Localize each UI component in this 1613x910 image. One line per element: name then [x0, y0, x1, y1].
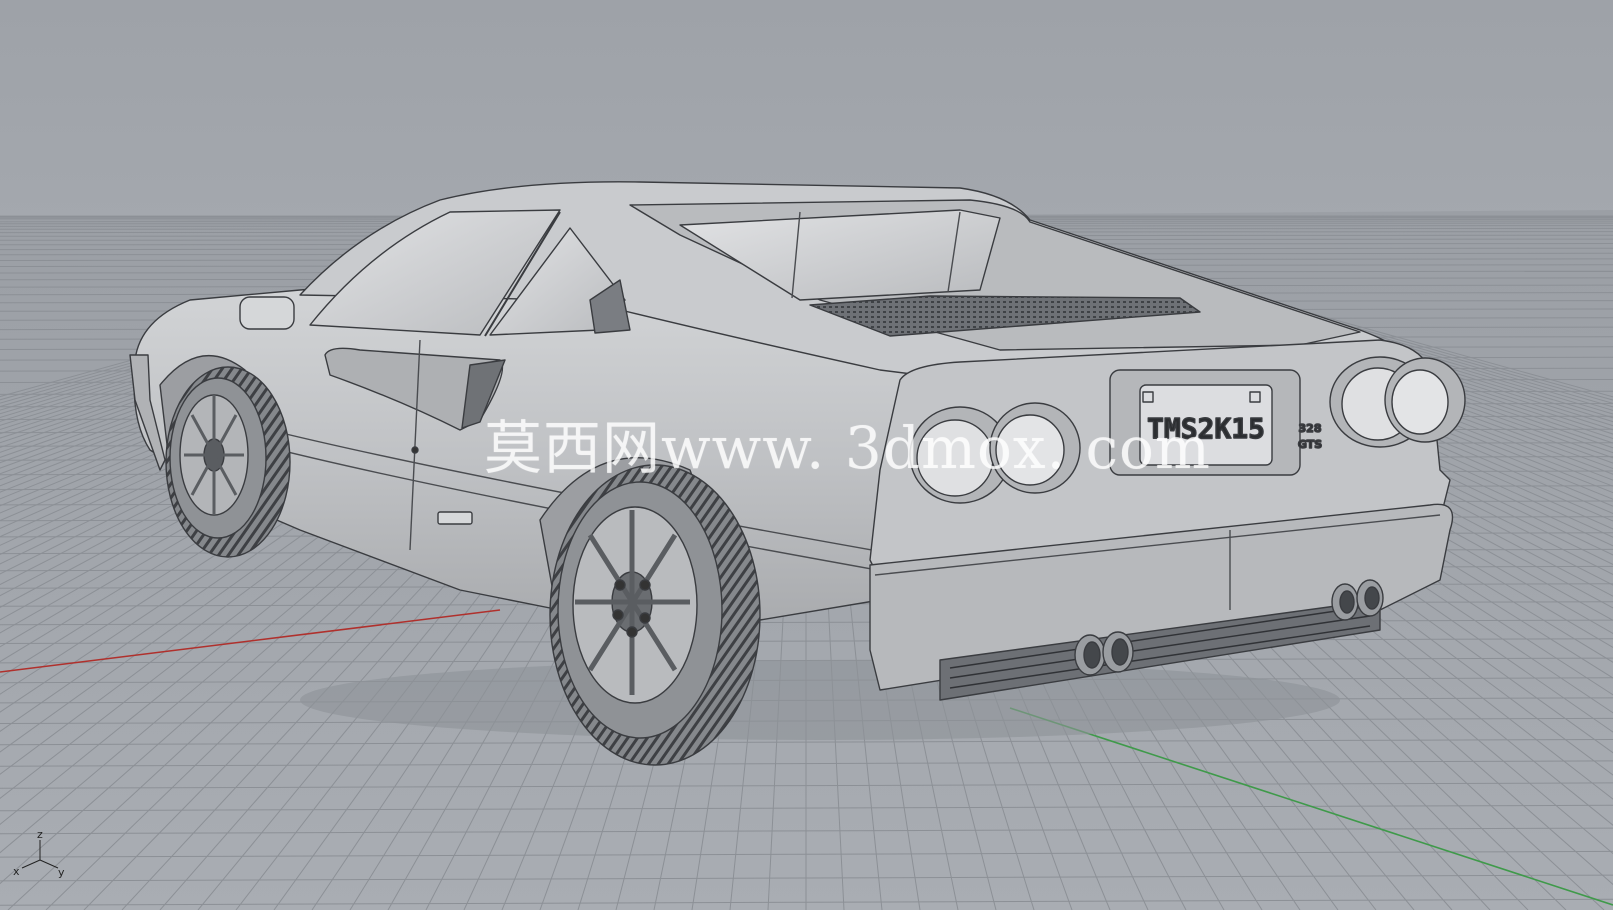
axis-label-x: x	[13, 865, 20, 878]
axis-label-y: y	[58, 866, 65, 879]
front-wheel	[165, 366, 291, 558]
perspective-viewport[interactable]: TMS2K15 328 GTS z x y 莫西网www. 3dmox. com	[0, 0, 1613, 910]
tail-lights-right	[1329, 356, 1466, 448]
side-marker	[437, 511, 473, 525]
model-badge-line1: 328	[1299, 422, 1322, 435]
model-badge-line2: GTS	[1298, 438, 1322, 451]
watermark-text: 莫西网www. 3dmox. com	[484, 414, 1211, 482]
axis-label-z: z	[37, 828, 43, 841]
side-mirror	[239, 296, 295, 330]
rear-wheel	[549, 464, 761, 766]
